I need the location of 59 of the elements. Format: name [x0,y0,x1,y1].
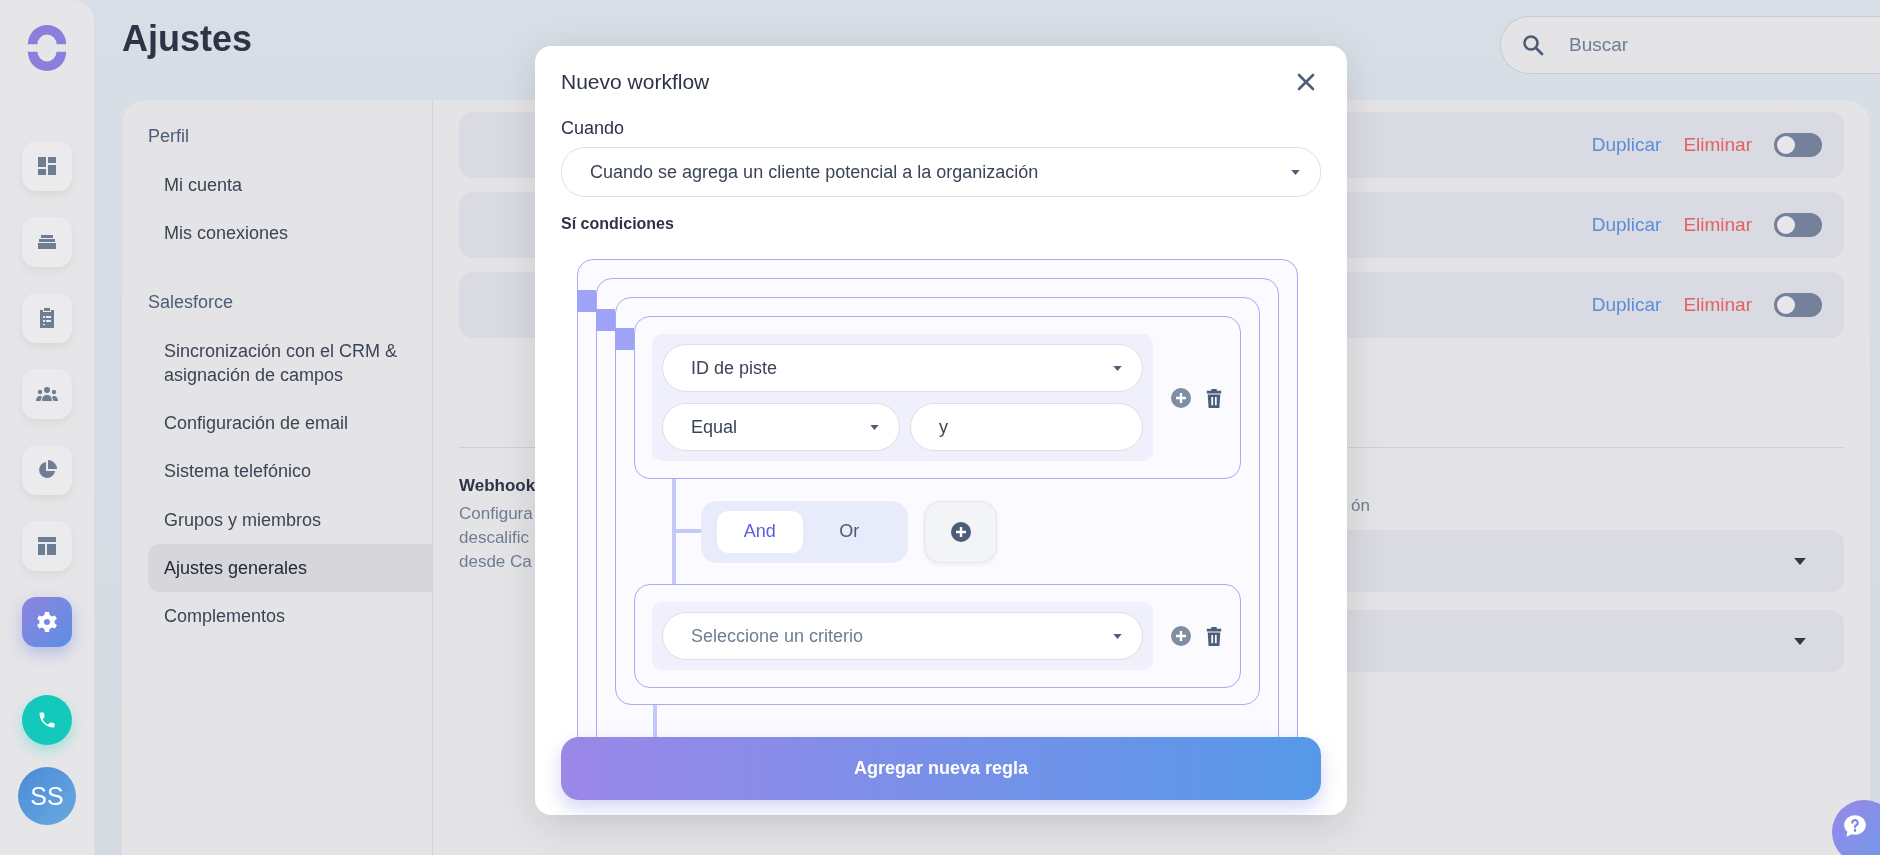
description-text: Configura [459,503,534,525]
caret-icon [1113,633,1122,639]
plus-circle-icon [950,521,971,542]
help-icon [1842,813,1868,839]
settings-nav-item[interactable]: Mi cuenta [148,161,432,210]
layout-icon [35,534,59,558]
caret-icon [1794,557,1806,565]
toggle-switch[interactable] [1774,213,1822,237]
description-text: descalific [459,527,530,549]
caret-icon [1291,169,1300,175]
caret-icon [870,424,879,430]
value-field[interactable]: y [910,403,1143,451]
phone-icon [37,710,57,730]
phone-button[interactable] [22,695,72,745]
toggle-switch[interactable] [1774,293,1822,317]
nav-button[interactable] [22,521,72,571]
section-heading: Salesforce [147,291,235,313]
settings-nav-item[interactable]: Sincronización con el CRM & asignación de campos [148,326,432,400]
close-icon [1296,72,1316,92]
nav-button[interactable] [22,597,72,647]
settings-nav-item[interactable]: Mis conexiones [148,209,432,258]
settings-nav-item[interactable]: Configuración de email [148,399,432,448]
operator-select[interactable]: Equal [662,403,900,451]
toggle-switch[interactable] [1774,133,1822,157]
operator-option[interactable]: Or [806,510,892,553]
nav-button[interactable] [22,217,72,267]
nav-button[interactable] [22,445,72,495]
close-button[interactable] [1295,71,1317,93]
description-text: ón [1351,496,1370,515]
field-label: Cuando [561,118,626,139]
field-label: Sí condiciones [561,215,675,233]
settings-nav-item[interactable]: Complementos [148,592,432,641]
nav-button[interactable] [22,369,72,419]
caret-icon [1794,637,1806,645]
trash-icon[interactable] [1205,387,1223,408]
field-select[interactable]: ID de piste [662,344,1143,392]
add-condition-button[interactable] [924,500,997,563]
nav-button[interactable] [22,141,72,191]
nav-button[interactable] [22,293,72,343]
description-text: desde Ca [459,551,533,573]
add-icon[interactable] [1171,387,1191,408]
dialog-title: Nuevo workflow [561,70,710,94]
add-icon[interactable] [1171,626,1191,646]
section-title: Webhook [459,475,537,497]
settings-nav-item[interactable]: Grupos y miembros [148,495,432,545]
settings-nav-item[interactable]: Sistema telefónico [148,447,432,496]
dashboard-icon [35,154,59,178]
operator-option[interactable]: And [717,510,803,553]
settings-icon [35,610,59,634]
trash-icon[interactable] [1205,626,1223,646]
search-input[interactable]: Buscar [1567,33,1851,57]
settings-nav-item[interactable]: Ajustes generales [148,544,432,593]
trigger-select[interactable]: Cuando se agrega un cliente potencial a la organización [561,147,1321,197]
section-heading: Perfil [147,126,190,147]
criterion-select[interactable]: Seleccione un criterio [662,612,1143,660]
page-title: Ajustes [122,18,253,60]
caret-icon [1113,365,1122,371]
search-icon [1521,33,1545,57]
search-field[interactable]: Buscar [1500,16,1880,74]
